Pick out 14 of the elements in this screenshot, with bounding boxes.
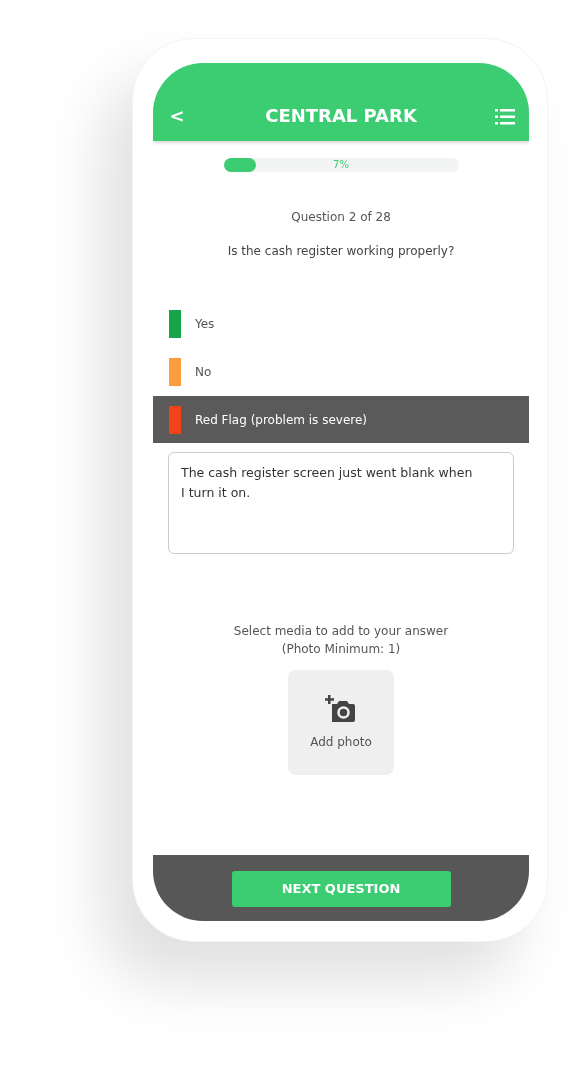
comment-field[interactable]: The cash register screen just went blank when I turn it on. — [168, 452, 514, 554]
add-photo-button[interactable]: Add photo — [288, 670, 394, 775]
answer-option[interactable]: Red Flag (problem is severe) — [153, 396, 529, 443]
list-menu-icon[interactable] — [495, 109, 515, 125]
option-label: Red Flag (problem is severe) — [195, 411, 368, 429]
question-counter: Question 2 of 28 — [290, 209, 392, 226]
media-prompt: Select media to add to your answer — [232, 623, 450, 640]
option-label: Yes — [195, 315, 215, 333]
media-requirement: (Photo Minimum: 1) — [280, 641, 402, 658]
progress-percent: 7% — [332, 158, 350, 172]
question-text: Is the cash register working properly? — [226, 243, 456, 260]
add-camera-icon — [325, 694, 357, 723]
screen-title: CENTRAL PARK — [264, 104, 418, 128]
option-label: No — [195, 363, 212, 381]
